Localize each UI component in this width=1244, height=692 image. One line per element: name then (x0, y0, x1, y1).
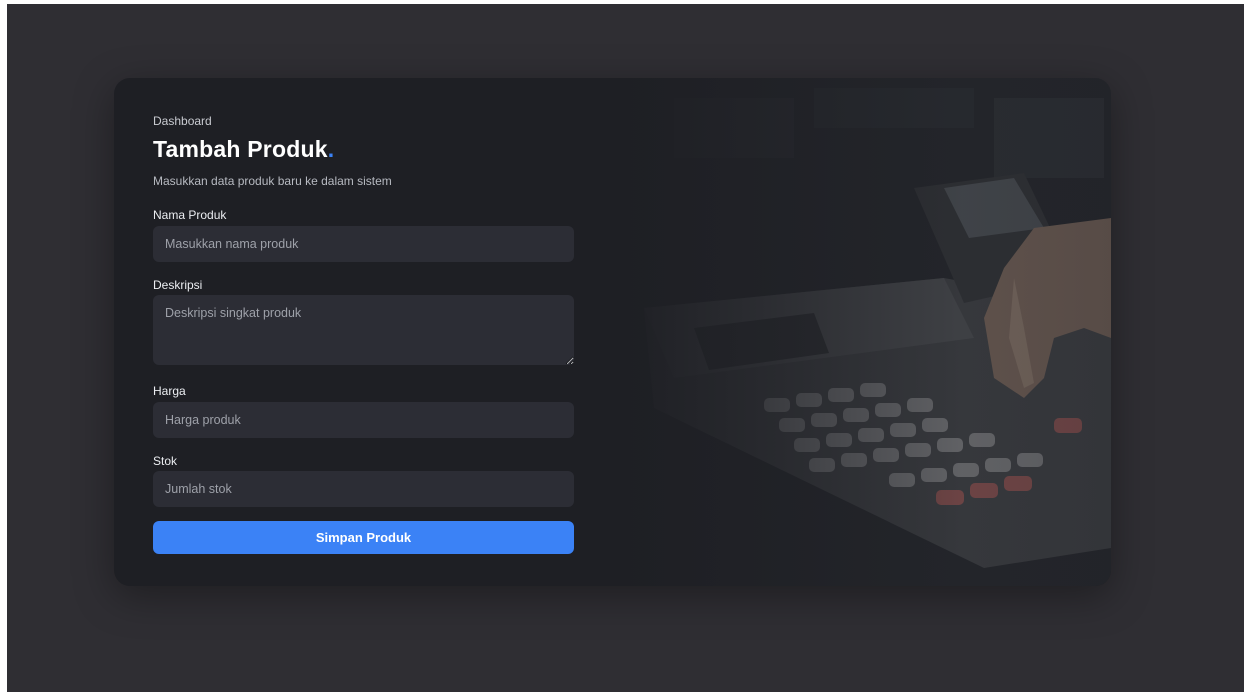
page-title: Tambah Produk. (153, 136, 334, 163)
simpan-produk-button[interactable]: Simpan Produk (153, 521, 574, 554)
cash-register-illustration (614, 78, 1111, 586)
harga-label: Harga (153, 384, 186, 398)
page-background: Dashboard Tambah Produk. Masukkan data p… (7, 4, 1244, 692)
page-title-text: Tambah Produk (153, 136, 328, 162)
form-card: Dashboard Tambah Produk. Masukkan data p… (114, 78, 1111, 586)
stok-label: Stok (153, 454, 178, 468)
page-subtitle: Masukkan data produk baru ke dalam siste… (153, 174, 392, 188)
breadcrumb[interactable]: Dashboard (153, 114, 212, 128)
nama-produk-label: Nama Produk (153, 208, 227, 222)
cash-register-photo (614, 78, 1111, 586)
deskripsi-label: Deskripsi (153, 278, 203, 292)
harga-input[interactable] (153, 402, 574, 438)
stok-input[interactable] (153, 471, 574, 507)
deskripsi-textarea[interactable] (153, 295, 574, 365)
title-accent-dot: . (327, 136, 335, 162)
nama-produk-input[interactable] (153, 226, 574, 262)
